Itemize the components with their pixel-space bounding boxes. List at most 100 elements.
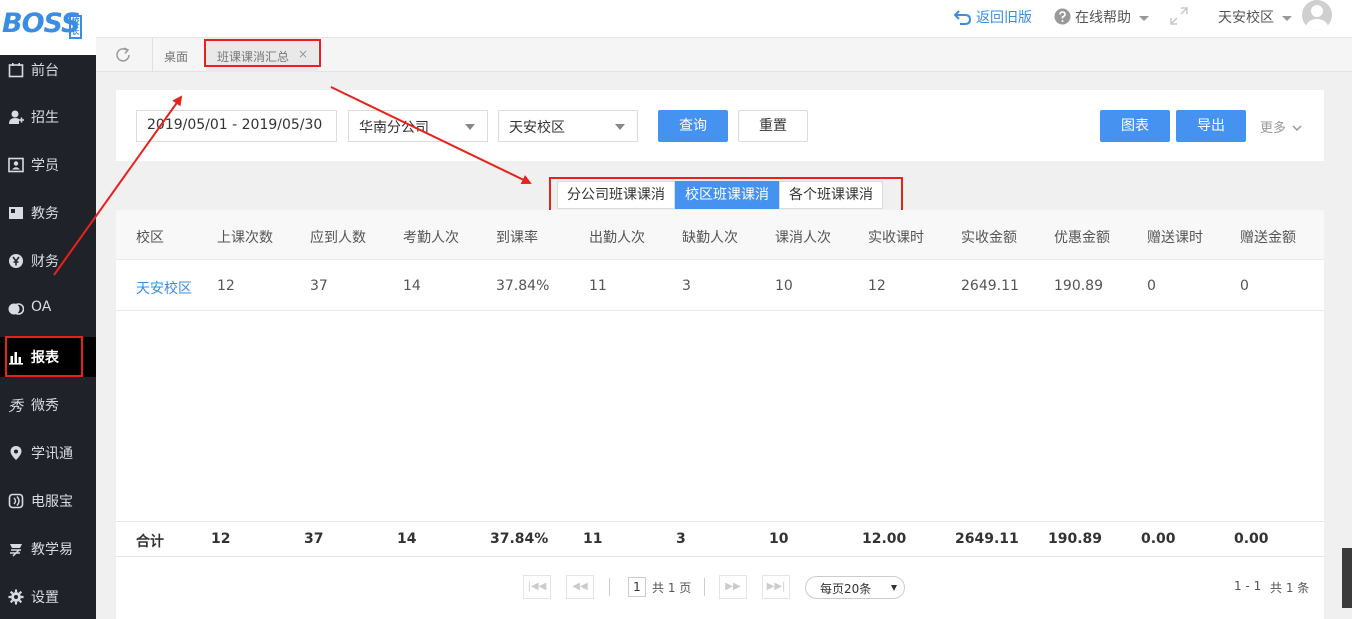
sidebar-item-xuexuntong[interactable]: 学讯通	[0, 433, 96, 473]
annotation-box-tab	[204, 39, 321, 67]
fullscreen-button[interactable]	[1169, 6, 1189, 26]
sidebar-item-students[interactable]: 学员	[0, 145, 96, 185]
sidebar-item-label: 财务	[31, 254, 59, 270]
column-header: 赠送金额	[1240, 230, 1296, 246]
more-menu[interactable]: 更多	[1260, 117, 1302, 136]
yen-icon	[9, 254, 23, 268]
sidebar-item-label: 招生	[31, 110, 59, 126]
table-cell: 2649.11	[961, 278, 1019, 294]
oa-icon	[8, 303, 24, 315]
total-cell: 37.84%	[490, 531, 549, 547]
sidebar-item-finance[interactable]: 财务	[0, 241, 96, 281]
sidebar-item-weixiu[interactable]: 秀 微秀	[0, 385, 96, 425]
next-page-button[interactable]: ▶▶	[719, 575, 747, 599]
sidebar-item-oa[interactable]: OA	[0, 289, 96, 329]
chevron-down-icon	[1139, 15, 1149, 21]
calendar-icon	[8, 63, 24, 78]
export-button[interactable]: 导出	[1176, 110, 1246, 142]
page-size-select[interactable]: 每页20条	[805, 576, 905, 599]
sidebar-item-settings[interactable]: 设置	[0, 577, 96, 617]
add-user-icon	[9, 110, 24, 124]
scrollbar[interactable]	[1342, 548, 1352, 608]
column-header: 考勤人次	[403, 230, 459, 246]
total-cell: 190.89	[1048, 531, 1103, 547]
row-divider	[116, 310, 1324, 311]
record-total: 共 1 条	[1270, 581, 1310, 595]
table-cell: 11	[589, 278, 607, 294]
page-number-input[interactable]: 1	[628, 577, 646, 597]
sidebar-item-enroll[interactable]: 招生	[0, 97, 96, 137]
online-help-label: 在线帮助	[1075, 10, 1131, 26]
annotation-box-reports	[5, 336, 83, 377]
filter-panel: 2019/05/01 - 2019/05/30 华南分公司 天安校区 查询 重置…	[116, 90, 1324, 161]
sidebar-item-label: 教务	[31, 206, 59, 222]
sidebar-item-frontdesk[interactable]: 前台	[0, 50, 96, 90]
column-header: 出勤人次	[589, 230, 645, 246]
column-header: 实收金额	[961, 230, 1017, 246]
sidebar-item-label: OA	[31, 299, 52, 315]
reset-button[interactable]: 重置	[738, 110, 808, 142]
sidebar-item-label: 电服宝	[31, 494, 73, 510]
chart-button[interactable]: 图表	[1100, 110, 1170, 142]
help-icon	[1054, 8, 1071, 25]
campus-select-value: 天安校区	[509, 120, 565, 136]
top-bar: 返回旧版 在线帮助 天安校区	[96, 0, 1352, 38]
back-to-old-version-link[interactable]: 返回旧版	[953, 7, 1032, 27]
svg-text:秀: 秀	[8, 397, 24, 413]
sidebar-item-dianfubao[interactable]: 电服宝	[0, 481, 96, 521]
column-header: 应到人数	[310, 230, 366, 246]
sidebar-item-label: 设置	[31, 590, 59, 606]
expand-icon	[1170, 7, 1188, 25]
sidebar-item-label: 教学易	[31, 542, 73, 558]
company-select[interactable]: 华南分公司	[348, 110, 488, 142]
tab-bar: 桌面 班课课消汇总 ×	[96, 38, 1352, 72]
tab-desktop[interactable]: 桌面	[164, 48, 188, 65]
column-header: 上课次数	[217, 230, 273, 246]
total-cell: 0.00	[1141, 531, 1176, 547]
online-help-menu[interactable]: 在线帮助	[1054, 7, 1149, 27]
date-range-input[interactable]: 2019/05/01 - 2019/05/30	[136, 110, 337, 142]
table-footer-totals: 合计 12 37 14 37.84% 11 3 10 12.00 2649.11…	[116, 521, 1324, 557]
record-range: 1 - 1	[1234, 579, 1262, 593]
total-cell: 12.00	[862, 531, 907, 547]
sidebar-item-jiaoxueyi[interactable]: 教学易	[0, 529, 96, 569]
id-card-icon	[8, 157, 24, 173]
table-cell: 0	[1240, 278, 1249, 294]
total-cell: 14	[397, 531, 417, 547]
table-cell: 14	[403, 278, 421, 294]
total-cell: 3	[676, 531, 686, 547]
weixiu-icon: 秀	[8, 397, 24, 413]
campus-select[interactable]: 天安校区	[498, 110, 638, 142]
chevron-down-icon	[1292, 125, 1302, 132]
table-header: 校区 上课次数 应到人数 考勤人次 到课率 出勤人次 缺勤人次 课消人次 实收课…	[116, 210, 1324, 260]
table-cell: 0	[1147, 278, 1156, 294]
total-cell: 12	[211, 531, 231, 547]
total-cell: 0.00	[1234, 531, 1269, 547]
refresh-icon[interactable]	[114, 46, 132, 64]
logo[interactable]: BOSS 校长	[0, 0, 96, 55]
table-cell: 12	[217, 278, 235, 294]
column-header: 赠送课时	[1147, 230, 1203, 246]
query-button[interactable]: 查询	[658, 110, 728, 142]
book-icon	[9, 207, 23, 219]
total-cell: 2649.11	[955, 531, 1019, 547]
chevron-down-icon	[615, 124, 625, 130]
prev-page-button[interactable]: ◀◀	[566, 575, 594, 599]
pager-divider	[609, 578, 610, 596]
chevron-down-icon	[891, 585, 897, 591]
campus-switcher-label: 天安校区	[1218, 10, 1274, 26]
more-label: 更多	[1260, 121, 1287, 136]
campus-switcher[interactable]: 天安校区	[1218, 7, 1292, 27]
sidebar-item-label: 微秀	[31, 398, 59, 414]
last-page-button[interactable]: ▶▶|	[762, 575, 790, 599]
avatar[interactable]	[1302, 0, 1332, 30]
table-cell: 10	[775, 278, 793, 294]
sidebar-item-academic[interactable]: 教务	[0, 193, 96, 233]
table-cell: 190.89	[1054, 278, 1103, 294]
pager-divider	[704, 578, 705, 596]
first-page-button[interactable]: |◀◀	[523, 575, 551, 599]
sidebar-item-label: 学员	[31, 158, 59, 174]
campus-link[interactable]: 天安校区	[136, 278, 192, 298]
gear-icon	[8, 589, 24, 605]
table-cell: 3	[682, 278, 691, 294]
